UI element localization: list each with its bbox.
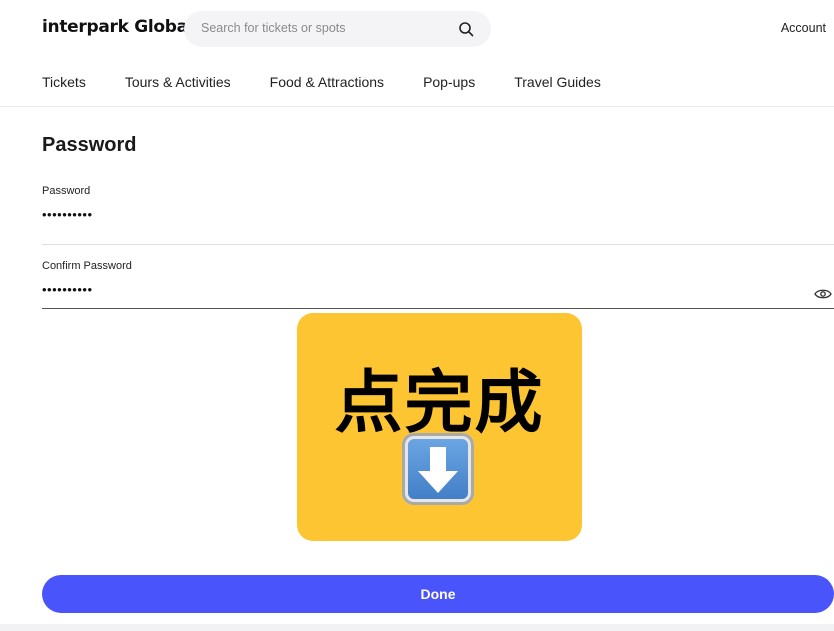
confirm-password-field[interactable]: Confirm Password ••••••••••: [42, 260, 834, 309]
nav-item-food[interactable]: Food & Attractions: [270, 74, 384, 90]
password-value[interactable]: ••••••••••: [42, 207, 93, 222]
account-link[interactable]: Account: [781, 21, 826, 35]
search-input[interactable]: Search for tickets or spots: [184, 11, 491, 47]
confirm-password-label: Confirm Password: [42, 260, 132, 272]
nav-item-popups[interactable]: Pop-ups: [423, 74, 475, 90]
page-title: Password: [42, 134, 137, 156]
nav-item-tours[interactable]: Tours & Activities: [125, 74, 231, 90]
nav-item-travel-guides[interactable]: Travel Guides: [514, 74, 601, 90]
down-arrow-icon: [402, 433, 474, 505]
eye-icon[interactable]: [814, 288, 832, 300]
confirm-password-underline: [42, 308, 834, 309]
page-bottom-strip: [0, 624, 834, 631]
password-field[interactable]: Password ••••••••••: [42, 185, 834, 245]
password-label: Password: [42, 185, 91, 197]
password-underline: [42, 244, 834, 245]
instruction-overlay: 点完成: [297, 313, 582, 541]
overlay-text: 点完成: [334, 364, 545, 443]
main-nav: Tickets Tours & Activities Food & Attrac…: [42, 74, 640, 90]
search-icon[interactable]: [458, 21, 474, 37]
logo[interactable]: interpark Global: [42, 17, 194, 37]
done-button[interactable]: Done: [42, 575, 834, 613]
site-header: interpark Global Search for tickets or s…: [0, 0, 834, 107]
search-placeholder: Search for tickets or spots: [201, 21, 346, 35]
nav-item-tickets[interactable]: Tickets: [42, 74, 86, 90]
confirm-password-value[interactable]: ••••••••••: [42, 282, 93, 297]
